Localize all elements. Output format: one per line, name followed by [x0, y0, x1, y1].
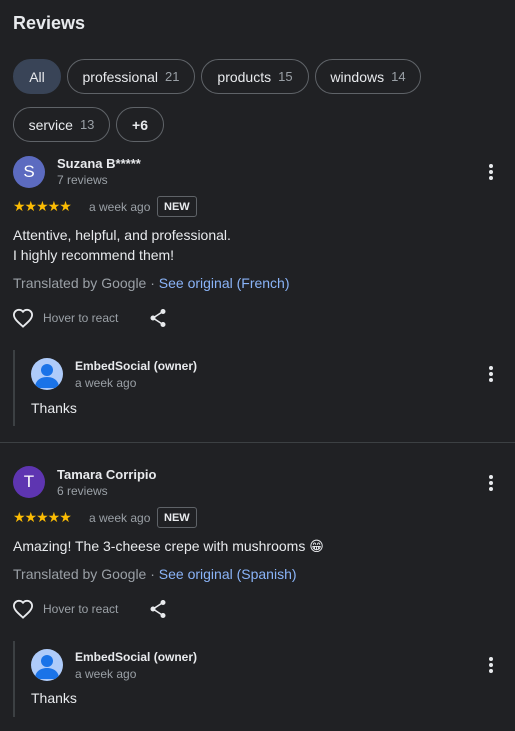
share-icon[interactable] [149, 599, 167, 619]
translated-by-label: Translated by Google · [13, 566, 155, 582]
owner-name: EmbedSocial (owner) [75, 359, 198, 373]
filter-chip-label: professional [82, 68, 159, 85]
avatar[interactable]: T [13, 466, 45, 498]
person-icon [35, 364, 59, 388]
reviewer-review-count: 7 reviews [57, 173, 108, 187]
review-text: Attentive, helpful, and professional. I … [13, 227, 231, 263]
reply-text: Thanks [31, 400, 77, 416]
see-original-link[interactable]: See original (Spanish) [159, 566, 297, 582]
filter-chip-label: +6 [132, 116, 148, 133]
more-options-icon[interactable] [483, 364, 499, 384]
person-icon [35, 655, 59, 679]
filter-chip-professional[interactable]: professional 21 [67, 59, 195, 94]
more-options-icon[interactable] [483, 473, 499, 493]
reply-text: Thanks [31, 690, 77, 706]
filter-chip-products[interactable]: products 15 [201, 59, 309, 94]
translated-by-label: Translated by Google · [13, 275, 155, 291]
filter-chip-all[interactable]: All [13, 59, 61, 94]
translation-note: Translated by Google · See original (Fre… [13, 275, 290, 291]
review-time: a week ago [89, 511, 151, 525]
new-badge: NEW [157, 507, 197, 528]
filter-chip-windows[interactable]: windows 14 [315, 59, 421, 94]
reply-thread-line [13, 641, 15, 717]
react-label[interactable]: Hover to react [43, 602, 118, 616]
review-text: Amazing! The 3-cheese crepe with mushroo… [13, 538, 324, 554]
filter-chip-more[interactable]: +6 [116, 107, 164, 142]
filter-chip-count: 15 [278, 69, 293, 84]
filter-chip-count: 13 [79, 117, 95, 132]
owner-avatar [31, 358, 63, 390]
reviewer-review-count: 6 reviews [57, 484, 108, 498]
filter-chip-label: All [29, 68, 45, 85]
review-divider [0, 442, 515, 443]
reviewer-name[interactable]: Tamara Corripio [57, 467, 156, 482]
filter-chip-count: 14 [391, 69, 406, 84]
share-icon[interactable] [149, 308, 167, 328]
review-time: a week ago [89, 200, 151, 214]
heart-icon[interactable] [12, 599, 34, 619]
owner-avatar [31, 649, 63, 681]
filter-chip-service[interactable]: service 13 [13, 107, 110, 142]
react-label[interactable]: Hover to react [43, 311, 118, 325]
star-rating: ★★★★★ [13, 198, 72, 214]
star-rating: ★★★★★ [13, 509, 72, 525]
page-title: Reviews [13, 13, 86, 33]
filter-chip-count: 21 [165, 69, 180, 84]
more-options-icon[interactable] [483, 655, 499, 675]
more-options-icon[interactable] [483, 162, 499, 182]
translation-note: Translated by Google · See original (Spa… [13, 566, 297, 582]
filter-chip-label: products [217, 68, 272, 85]
owner-name: EmbedSocial (owner) [75, 650, 198, 664]
reviewer-name[interactable]: Suzana B***** [57, 156, 141, 171]
filter-chip-label: windows [330, 68, 385, 85]
reply-time: a week ago [75, 667, 137, 681]
reply-time: a week ago [75, 376, 137, 390]
heart-icon[interactable] [12, 308, 34, 328]
avatar[interactable]: S [13, 156, 45, 188]
filter-chip-label: service [28, 116, 73, 133]
new-badge: NEW [157, 196, 197, 217]
reply-thread-line [13, 350, 15, 426]
see-original-link[interactable]: See original (French) [159, 275, 290, 291]
